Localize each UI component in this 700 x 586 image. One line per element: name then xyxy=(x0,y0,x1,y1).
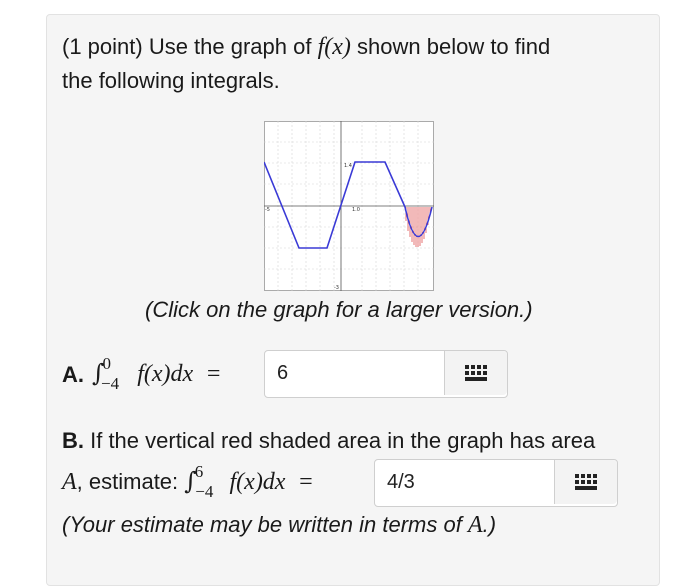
part-a-expression: ∫0−4 f(x)dx = xyxy=(92,354,222,393)
y-tick-label: 1.4 xyxy=(344,163,352,169)
intro-text: (1 point) Use the graph of xyxy=(62,34,318,59)
part-b-label: B. xyxy=(62,428,84,453)
part-b-line-2: A, estimate: ∫6−4 f(x)dx = xyxy=(62,462,314,501)
intro-function: f(x) xyxy=(317,34,351,60)
note-text-end: .) xyxy=(482,512,497,537)
function-graph[interactable]: 1.4 1.0 -5 -3 xyxy=(264,121,434,291)
part-b-lower-limit: −4 xyxy=(195,482,214,501)
note-text: (Your estimate may be written in terms o… xyxy=(62,512,468,537)
part-b-equals: = xyxy=(297,469,314,495)
part-a-equals: = xyxy=(205,361,222,387)
part-a-keyboard-button[interactable] xyxy=(444,351,507,395)
part-b-line-1: B. If the vertical red shaded area in th… xyxy=(62,424,595,458)
part-a-upper-limit: 0 xyxy=(102,354,112,373)
intro-text-2: shown below to find xyxy=(350,34,551,59)
y-min-label: -3 xyxy=(334,285,339,291)
part-b-keyboard-button[interactable] xyxy=(554,460,617,504)
part-a-answer-input[interactable] xyxy=(265,351,437,395)
intro-line-1: (1 point) Use the graph of f(x) shown be… xyxy=(62,30,550,64)
part-b-estimate-label: , estimate: xyxy=(76,469,185,494)
graph-caption: (Click on the graph for a larger version… xyxy=(145,297,533,322)
part-b-variable-a: A xyxy=(62,469,77,495)
x-min-label: -5 xyxy=(265,207,270,213)
part-b-note: (Your estimate may be written in terms o… xyxy=(62,508,496,542)
part-a-label: A. xyxy=(62,362,84,387)
origin-tick-label: 1.0 xyxy=(352,207,360,213)
part-b-description: If the vertical red shaded area in the g… xyxy=(84,428,596,453)
part-a-integrand: f(x)dx xyxy=(137,361,194,387)
keyboard-icon xyxy=(465,365,487,381)
part-a-lower-limit: −4 xyxy=(101,374,120,393)
part-b-integrand: f(x)dx xyxy=(229,469,286,495)
part-a-answer-box xyxy=(264,350,508,398)
keyboard-icon xyxy=(575,474,597,490)
part-b-upper-limit: 6 xyxy=(194,462,204,481)
part-b-answer-box xyxy=(374,459,618,507)
note-variable-a: A xyxy=(467,512,483,538)
intro-line-2: the following integrals. xyxy=(62,68,280,93)
part-b-answer-input[interactable] xyxy=(375,460,547,504)
